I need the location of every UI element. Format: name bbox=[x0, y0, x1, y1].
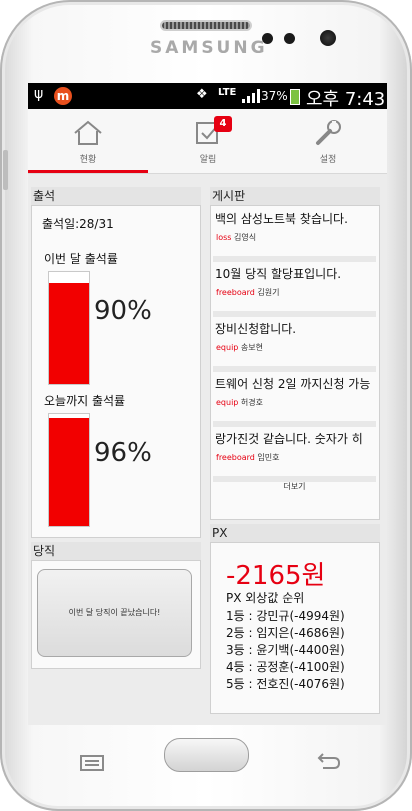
post-title: 랑가진것 같습니다. 숫자가 히 bbox=[215, 432, 363, 446]
app-notification-icon: m bbox=[54, 87, 72, 105]
wrench-icon bbox=[316, 120, 341, 145]
month-rate-fill bbox=[49, 283, 89, 384]
tab-settings[interactable]: 설정 bbox=[268, 109, 387, 173]
lte-icon: LTE bbox=[218, 87, 237, 98]
duty-title: 당직 bbox=[31, 542, 201, 560]
post-meta: freeboard 김원기 bbox=[216, 287, 280, 298]
today-rate-value: 96% bbox=[94, 438, 152, 468]
tab-notifications-label: 알림 bbox=[199, 155, 217, 165]
post-author: 김원기 bbox=[257, 288, 280, 297]
board-post[interactable]: 10월 당직 할당표입니다. freeboard 김원기 bbox=[213, 260, 376, 314]
post-author: 송보현 bbox=[240, 343, 264, 352]
today-rate-bar bbox=[48, 413, 90, 527]
back-key-icon[interactable] bbox=[314, 752, 342, 772]
earpiece-speaker bbox=[162, 22, 250, 29]
tab-status[interactable]: 현황 bbox=[28, 109, 148, 173]
today-rate-fill bbox=[49, 418, 89, 526]
post-title: 10월 당직 할당표입니다. bbox=[215, 267, 342, 281]
attendance-days: 출석일:28/31 bbox=[42, 217, 114, 231]
battery-percent: 37% bbox=[261, 89, 288, 103]
front-camera bbox=[320, 30, 336, 46]
post-meta: freeboard 임민호 bbox=[216, 452, 280, 463]
tab-bar: 현황 4 알림 설정 bbox=[28, 109, 387, 174]
usb-icon: ψ bbox=[34, 86, 44, 102]
status-bar: ψ m ❖ LTE 37% 오후 7:43 bbox=[28, 83, 387, 110]
duty-status-button[interactable]: 이번 달 당직이 끝났습니다! bbox=[37, 569, 192, 657]
today-rate-label: 오늘까지 출석률 bbox=[44, 394, 126, 408]
brand-logo: SAMSUNG bbox=[150, 38, 268, 58]
board-post[interactable]: 장비신청합니다. equip 송보현 bbox=[213, 315, 376, 369]
px-rank-item: 1등 : 강민규(-4994원) bbox=[226, 609, 345, 623]
post-meta: loss 김영식 bbox=[216, 232, 256, 243]
tab-notifications[interactable]: 4 알림 bbox=[148, 109, 268, 173]
post-category: freeboard bbox=[216, 453, 255, 462]
board-post[interactable]: 백의 삼성노트북 찾습니다. loss 김영식 bbox=[213, 205, 376, 259]
px-balance: -2165원 bbox=[226, 561, 326, 591]
board-post[interactable]: 랑가진것 같습니다. 숫자가 히 freeboard 임민호 bbox=[213, 425, 376, 479]
tab-status-label: 현황 bbox=[79, 155, 97, 165]
month-rate-bar bbox=[48, 271, 90, 385]
px-rank-item: 4등 : 공정훈(-4100원) bbox=[226, 660, 345, 674]
post-title: 트웨어 신청 2일 까지신청 가능 bbox=[215, 377, 371, 391]
vibrate-icon: ❖ bbox=[196, 87, 208, 102]
post-category: freeboard bbox=[216, 288, 255, 297]
px-rank-item: 5등 : 전호진(-4076원) bbox=[226, 677, 345, 691]
post-meta: equip 허경호 bbox=[216, 397, 263, 408]
screen: ψ m ❖ LTE 37% 오후 7:43 현황 4 알림 설정 출석 출석일:… bbox=[28, 83, 387, 725]
post-author: 임민호 bbox=[257, 453, 280, 462]
post-category: loss bbox=[216, 233, 232, 242]
menu-key-icon[interactable] bbox=[78, 754, 106, 772]
home-button[interactable] bbox=[164, 738, 249, 772]
volume-button bbox=[3, 150, 8, 190]
post-title: 장비신청합니다. bbox=[215, 322, 297, 336]
px-rank-item: 2등 : 임지은(-4686원) bbox=[226, 626, 345, 640]
px-ranking-title: PX 외상값 순위 bbox=[226, 591, 305, 605]
home-icon bbox=[74, 120, 102, 145]
post-author: 허경호 bbox=[240, 398, 264, 407]
light-sensor bbox=[284, 33, 295, 44]
month-rate-value: 90% bbox=[94, 296, 152, 326]
proximity-sensor bbox=[262, 33, 273, 44]
post-author: 김영식 bbox=[234, 233, 257, 242]
tab-settings-label: 설정 bbox=[319, 155, 337, 165]
post-category: equip bbox=[216, 343, 239, 352]
more-button[interactable]: 더보기 bbox=[213, 481, 376, 497]
battery-icon bbox=[290, 89, 300, 105]
post-meta: equip 송보현 bbox=[216, 342, 263, 353]
post-category: equip bbox=[216, 398, 239, 407]
month-rate-label: 이번 달 출석률 bbox=[44, 252, 118, 266]
board-title: 게시판 bbox=[210, 187, 380, 205]
notification-badge: 4 bbox=[214, 116, 232, 132]
clock: 오후 7:43 bbox=[306, 89, 386, 110]
signal-icon bbox=[242, 89, 260, 103]
attendance-title: 출석 bbox=[31, 187, 201, 205]
post-title: 백의 삼성노트북 찾습니다. bbox=[215, 212, 348, 226]
board-post[interactable]: 트웨어 신청 2일 까지신청 가능 equip 허경호 bbox=[213, 370, 376, 424]
phone-frame: SAMSUNG ψ m ❖ LTE 37% 오후 7:43 현황 4 알림 설정… bbox=[0, 0, 412, 811]
px-title: PX bbox=[210, 524, 380, 542]
px-rank-item: 3등 : 윤기백(-4400원) bbox=[226, 643, 345, 657]
